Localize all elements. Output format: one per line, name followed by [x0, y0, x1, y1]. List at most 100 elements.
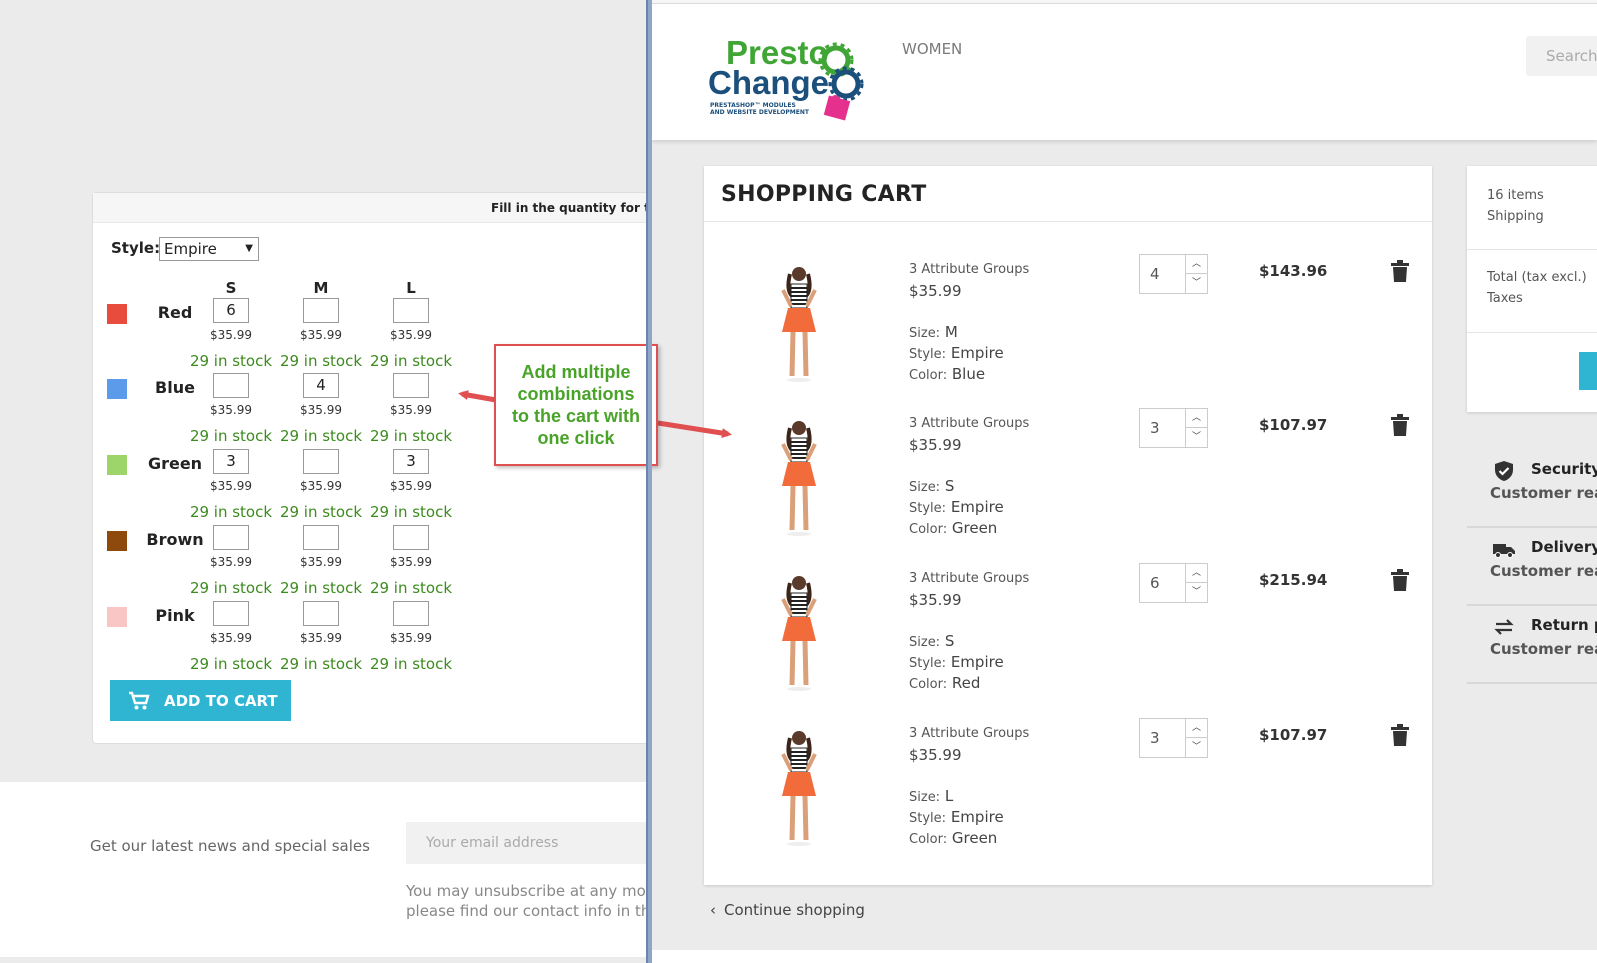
chevron-down-icon[interactable]: ﹀: [1186, 274, 1207, 293]
logo-text-bottom: Change: [708, 64, 829, 101]
email-field[interactable]: Your email address: [406, 822, 648, 864]
attr-value-size: L: [944, 787, 954, 805]
qty-input[interactable]: 6: [213, 298, 249, 323]
shopping-cart: SHOPPING CART 3 Attribute Groups $35.99 …: [704, 166, 1432, 885]
trash-icon[interactable]: [1391, 414, 1409, 436]
qty-input[interactable]: [213, 525, 249, 550]
unit-price: $35.99: [390, 403, 432, 417]
size-header-l: L: [406, 279, 416, 297]
quantity-stepper[interactable]: 4 ︿ ﹀: [1139, 254, 1208, 294]
qty-input[interactable]: 4: [303, 373, 339, 398]
attr-value-style: Empire: [950, 808, 1004, 826]
chevron-down-icon[interactable]: ﹀: [1186, 583, 1207, 602]
presto-changeo-logo[interactable]: Presto Change PRESTASHOP™ MODULES AND WE…: [708, 34, 866, 124]
product-name[interactable]: 3 Attribute Groups: [909, 262, 1029, 277]
product-name[interactable]: 3 Attribute Groups: [909, 726, 1029, 741]
style-select-value: Empire: [164, 240, 217, 258]
left-panel: Fill in the quantity for the Style: Empi…: [0, 0, 648, 963]
attr-label: Size:: [909, 790, 941, 805]
qty-input[interactable]: 3: [213, 449, 249, 474]
product-image[interactable]: [740, 726, 858, 850]
stock-label: 29 in stock: [189, 427, 273, 445]
cart-item: 3 Attribute Groups $35.99 Size: L Style:…: [704, 718, 1432, 883]
reassurance-return: Return po Customer reas: [1467, 606, 1597, 684]
product-name[interactable]: 3 Attribute Groups: [909, 416, 1029, 431]
attr-label: Style:: [909, 811, 947, 826]
unit-price: $35.99: [210, 403, 252, 417]
unit-price: $35.99: [210, 555, 252, 569]
combination-matrix: Fill in the quantity for the Style: Empi…: [92, 192, 648, 744]
cart-item: 3 Attribute Groups $35.99 Size: S Style:…: [704, 408, 1432, 573]
stock-label: 29 in stock: [369, 352, 453, 370]
unit-price: $35.99: [210, 479, 252, 493]
chevron-up-icon[interactable]: ︿: [1186, 255, 1207, 274]
summary-shipping: Shipping: [1487, 209, 1544, 224]
style-select[interactable]: Empire ▼: [159, 237, 259, 261]
chevron-up-icon[interactable]: ︿: [1186, 719, 1207, 738]
color-swatch-blue: [107, 379, 127, 399]
chevron-down-icon[interactable]: ﹀: [1186, 428, 1207, 447]
summary-total: Total (tax excl.): [1487, 270, 1587, 285]
qty-input[interactable]: [393, 298, 429, 323]
line-total: $215.94: [1259, 571, 1328, 589]
product-image[interactable]: [740, 416, 858, 540]
chevron-up-icon[interactable]: ︿: [1186, 564, 1207, 583]
qty-input[interactable]: [303, 449, 339, 474]
unsubscribe-text: You may unsubscribe at any mom: [406, 882, 648, 900]
continue-shopping-link[interactable]: ‹ Continue shopping: [710, 901, 865, 919]
reassurance-sub: Customer reas: [1490, 484, 1597, 502]
unit-price: $35.99: [300, 479, 342, 493]
site-header: Presto Change PRESTASHOP™ MODULES AND WE…: [652, 4, 1597, 140]
callout-line: to the cart with: [511, 406, 640, 426]
attr-label: Color:: [909, 522, 948, 537]
checkout-button[interactable]: [1579, 352, 1597, 390]
qty-input[interactable]: [303, 298, 339, 323]
attr-label: Size:: [909, 326, 941, 341]
trash-icon[interactable]: [1391, 569, 1409, 591]
divider: [1467, 249, 1597, 250]
cart-item: 3 Attribute Groups $35.99 Size: S Style:…: [704, 563, 1432, 728]
unit-price: $35.99: [390, 479, 432, 493]
trash-icon[interactable]: [1391, 724, 1409, 746]
product-image[interactable]: [740, 571, 858, 695]
unit-price: $35.99: [210, 631, 252, 645]
add-to-cart-button[interactable]: ADD TO CART: [110, 680, 291, 721]
right-panel: Presto Change PRESTASHOP™ MODULES AND WE…: [652, 0, 1597, 963]
matrix-header: Fill in the quantity for the: [93, 193, 648, 223]
quantity-stepper[interactable]: 6 ︿ ﹀: [1139, 563, 1208, 603]
quantity-value: 4: [1150, 265, 1160, 283]
color-row-brown: Brown $35.99 $35.99 $35.99 29 in stock 2…: [93, 525, 648, 601]
color-label: Green: [147, 454, 203, 473]
search-input[interactable]: Search: [1526, 36, 1597, 76]
stock-label: 29 in stock: [279, 352, 363, 370]
qty-input[interactable]: [213, 373, 249, 398]
qty-input[interactable]: [213, 601, 249, 626]
qty-input[interactable]: [393, 601, 429, 626]
product-name[interactable]: 3 Attribute Groups: [909, 571, 1029, 586]
stock-label: 29 in stock: [369, 503, 453, 521]
product-image[interactable]: [740, 262, 858, 386]
callout-line: one click: [537, 428, 615, 448]
chevron-up-icon[interactable]: ︿: [1186, 409, 1207, 428]
attr-label: Style:: [909, 347, 947, 362]
reassurance-security: Security p Customer reas: [1467, 450, 1597, 528]
qty-input[interactable]: 3: [393, 449, 429, 474]
unit-price: $35.99: [390, 555, 432, 569]
color-row-pink: Pink $35.99 $35.99 $35.99 29 in stock 29…: [93, 601, 648, 677]
trash-icon[interactable]: [1391, 260, 1409, 282]
qty-input[interactable]: [393, 373, 429, 398]
attr-value-size: S: [944, 477, 955, 495]
quantity-stepper[interactable]: 3 ︿ ﹀: [1139, 718, 1208, 758]
nav-item-women[interactable]: WOMEN: [902, 40, 962, 58]
chevron-left-icon: ‹: [710, 901, 716, 919]
chevron-down-icon[interactable]: ﹀: [1186, 738, 1207, 757]
qty-input[interactable]: [303, 601, 339, 626]
qty-input[interactable]: [303, 525, 339, 550]
attr-label: Size:: [909, 480, 941, 495]
callout-box: Add multiple combinations to the cart wi…: [494, 344, 658, 466]
qty-input[interactable]: [393, 525, 429, 550]
reassurance-delivery: Delivery p Customer reas: [1467, 528, 1597, 606]
reassurance-sub: Customer reas: [1490, 562, 1597, 580]
quantity-stepper[interactable]: 3 ︿ ﹀: [1139, 408, 1208, 448]
attr-label: Style:: [909, 656, 947, 671]
